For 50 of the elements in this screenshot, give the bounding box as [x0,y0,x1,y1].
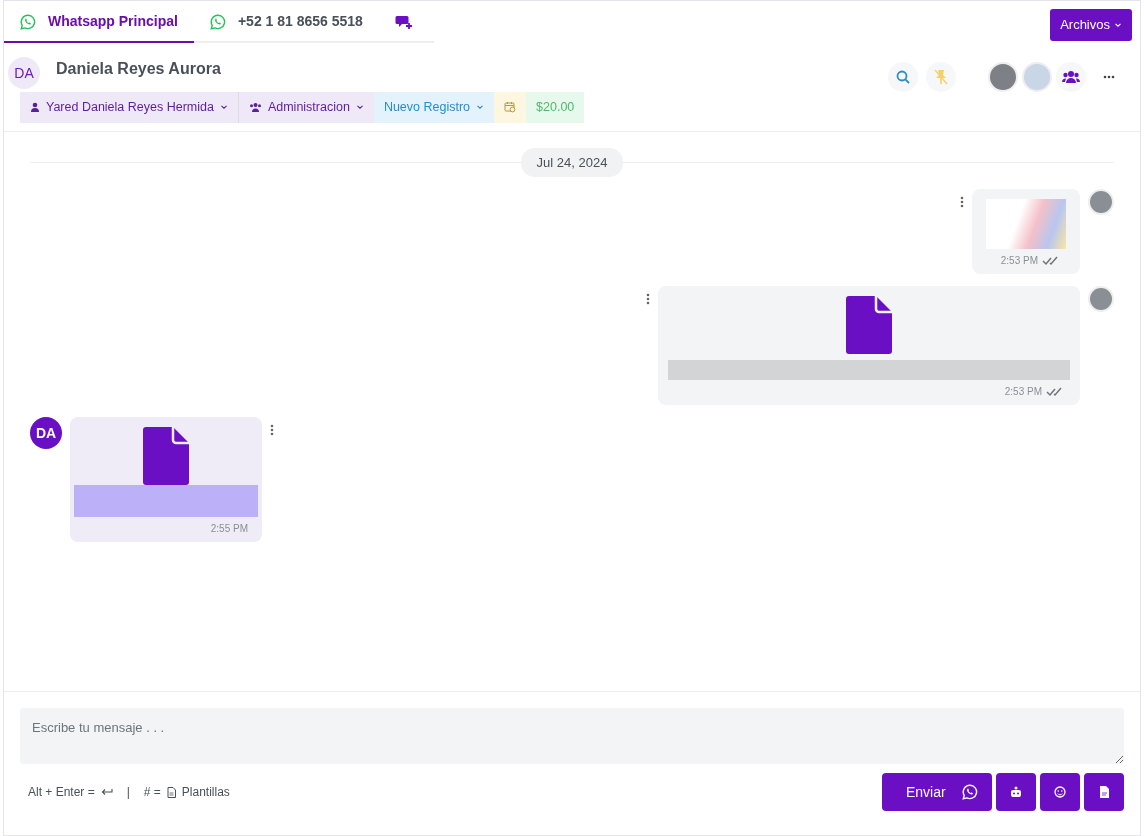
templates-label: Plantillas [181,784,230,801]
whatsapp-icon [962,784,978,800]
sender-avatar: DA [30,417,62,450]
file-icon [143,427,189,486]
whatsapp-icon [209,13,226,30]
more-vertical-icon [270,424,274,436]
chat-plus-icon [394,13,413,30]
file-icon [846,296,892,355]
chevron-down-icon [476,103,485,112]
calendar-clock-icon [504,101,517,114]
search-icon [896,69,910,84]
robot-icon [1009,785,1023,799]
search-button[interactable] [888,61,918,92]
chevron-down-icon [355,103,364,112]
document-icon [166,786,176,798]
separator-text: | [126,784,130,801]
smiley-icon [1053,785,1067,799]
chat-tab[interactable]: +52 1 81 8656 5518 [193,1,379,43]
emoji-button[interactable] [1040,773,1080,811]
user-icon [30,102,40,113]
user-dropdown[interactable]: Yared Daniela Reyes Hermida [20,92,239,123]
contact-avatar: DA [8,57,40,89]
bot-button[interactable] [996,773,1036,811]
message-time: 2:53 PM [1004,385,1042,400]
send-button[interactable]: Enviar [882,773,992,811]
pin-slash-icon [934,68,948,85]
message-time: 2:55 PM [210,522,248,537]
users-icon [1062,69,1080,84]
more-vertical-icon [960,196,964,208]
sender-avatar [1088,189,1114,216]
users-button[interactable] [1056,61,1086,92]
more-horizontal-icon [1103,75,1115,80]
user-avatar[interactable] [988,61,1018,92]
templates-shortcut-hint: # = [143,784,161,801]
sender-avatar [1088,286,1114,313]
contact-name: Daniela Reyes Aurora [56,59,221,79]
send-shortcut-hint: Alt + Enter = [28,784,95,801]
chat-tab[interactable]: Whatsapp Principal [4,1,194,43]
users-icon [248,102,262,113]
message-time: 2:53 PM [1000,254,1038,269]
return-icon [100,788,113,796]
team-dropdown[interactable]: Administracion [238,92,374,123]
chevron-down-icon [219,103,228,112]
document-button[interactable] [1084,773,1124,811]
whatsapp-icon [20,13,36,30]
date-divider: Jul 24, 2024 [520,147,624,178]
more-vertical-icon [646,293,650,305]
files-dropdown-button[interactable]: Archivos [1050,9,1132,41]
message-input[interactable]: Escribe tu mensaje . . . [20,707,1124,764]
document-icon [1097,785,1111,799]
